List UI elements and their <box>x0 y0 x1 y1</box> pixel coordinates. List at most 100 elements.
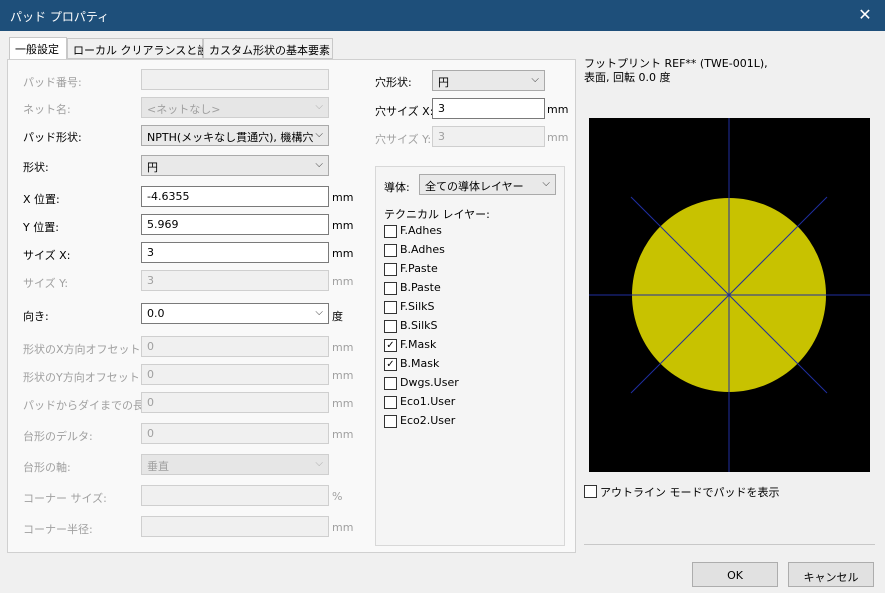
layer-label: B.Mask <box>400 357 440 370</box>
layer-checkbox-checked[interactable]: ✓ <box>384 339 397 352</box>
shape-select[interactable]: 円 ⌵ <box>141 155 329 176</box>
orientation-select[interactable]: 0.0 ⌵ <box>141 303 329 324</box>
drill-shape-value: 円 <box>438 76 449 89</box>
layer-label: F.Paste <box>400 262 438 275</box>
orientation-value: 0.0 <box>147 307 165 320</box>
conductor-label: 導体: <box>384 181 410 194</box>
layer-checkbox[interactable] <box>384 244 397 257</box>
pad-preview <box>589 118 870 472</box>
drill-size-y-unit: mm <box>547 131 569 144</box>
net-name-value: <ネットなし> <box>147 103 221 116</box>
layer-label: Dwgs.User <box>400 376 459 389</box>
conductor-select[interactable]: 全ての導体レイヤー ⌵ <box>419 174 556 195</box>
layer-label: B.Paste <box>400 281 441 294</box>
pad-type-value: NPTH(メッキなし貫通穴), 機構穴 <box>147 131 314 144</box>
chevron-down-icon: ⌵ <box>315 101 323 112</box>
outline-mode-checkbox[interactable] <box>584 485 597 498</box>
y-position-input[interactable]: 5.969 <box>141 214 329 235</box>
layer-label: Eco2.User <box>400 414 456 427</box>
die-length-unit: mm <box>332 397 354 410</box>
shape-value: 円 <box>147 161 158 174</box>
layer-checkbox[interactable] <box>384 225 397 238</box>
chevron-down-icon: ⌵ <box>315 458 323 469</box>
layer-label: F.Adhes <box>400 224 442 237</box>
trapezoid-axis-value: 垂直 <box>147 460 169 473</box>
trapezoid-delta-unit: mm <box>332 428 354 441</box>
trapezoid-axis-label: 台形の軸: <box>23 461 71 474</box>
offset-x-input[interactable]: 0 <box>141 336 329 357</box>
drill-size-x-label: 穴サイズ X: <box>375 105 434 118</box>
net-name-label: ネット名: <box>23 103 71 116</box>
conductor-value: 全ての導体レイヤー <box>425 180 524 193</box>
corner-radius-label: コーナー半径: <box>23 523 93 536</box>
size-y-input[interactable]: 3 <box>141 270 329 291</box>
x-position-input[interactable]: -4.6355 <box>141 186 329 207</box>
pad-type-label: パッド形状: <box>23 131 82 144</box>
offset-x-unit: mm <box>332 341 354 354</box>
layer-checkbox[interactable] <box>384 263 397 276</box>
drill-size-x-unit: mm <box>547 103 569 116</box>
pad-preview-canvas <box>589 118 870 472</box>
tab-local-clearance[interactable]: ローカル クリアランスと設定 <box>67 38 219 59</box>
offset-x-label: 形状のX方向オフセット: <box>23 343 145 356</box>
layer-label: Eco1.User <box>400 395 456 408</box>
layer-label: B.SilkS <box>400 319 438 332</box>
offset-y-input[interactable]: 0 <box>141 364 329 385</box>
cancel-button[interactable]: キャンセル <box>788 562 874 587</box>
pad-number-input[interactable] <box>141 69 329 90</box>
close-icon[interactable]: ✕ <box>855 5 875 24</box>
trapezoid-delta-input[interactable]: 0 <box>141 423 329 444</box>
layer-checkbox[interactable] <box>384 377 397 390</box>
outline-mode-label: アウトライン モードでパッドを表示 <box>600 486 780 499</box>
button-separator <box>584 544 875 545</box>
layer-label: F.SilkS <box>400 300 435 313</box>
ok-button[interactable]: OK <box>692 562 778 587</box>
layer-checkbox[interactable] <box>384 301 397 314</box>
layer-label: F.Mask <box>400 338 437 351</box>
y-position-unit: mm <box>332 219 354 232</box>
footprint-info-line2: 表面, 回転 0.0 度 <box>584 71 671 84</box>
chevron-down-icon: ⌵ <box>315 159 323 170</box>
chevron-down-icon: ⌵ <box>315 129 323 140</box>
tab-custom-shape[interactable]: カスタム形状の基本要素 <box>203 38 333 59</box>
drill-shape-label: 穴形状: <box>375 76 412 89</box>
die-length-label: パッドからダイまでの長さ: <box>23 399 159 412</box>
chevron-down-icon: ⌵ <box>531 74 539 85</box>
size-x-input[interactable]: 3 <box>141 242 329 263</box>
corner-radius-input[interactable] <box>141 516 329 537</box>
size-y-unit: mm <box>332 275 354 288</box>
layer-checkbox[interactable] <box>384 320 397 333</box>
technical-layers-label: テクニカル レイヤー: <box>384 208 490 221</box>
chevron-down-icon: ⌵ <box>315 307 323 318</box>
trapezoid-axis-select[interactable]: 垂直 ⌵ <box>141 454 329 475</box>
corner-radius-unit: mm <box>332 521 354 534</box>
orientation-unit: 度 <box>332 310 343 323</box>
layer-checkbox[interactable] <box>384 282 397 295</box>
layers-group <box>375 166 565 546</box>
layer-checkbox[interactable] <box>384 396 397 409</box>
y-position-label: Y 位置: <box>23 221 59 234</box>
trapezoid-delta-label: 台形のデルタ: <box>23 430 93 443</box>
orientation-label: 向き: <box>23 310 49 323</box>
net-name-select[interactable]: <ネットなし> ⌵ <box>141 97 329 118</box>
drill-size-y-input[interactable]: 3 <box>432 126 545 147</box>
x-position-label: X 位置: <box>23 193 60 206</box>
chevron-down-icon: ⌵ <box>542 178 550 189</box>
drill-shape-select[interactable]: 円 ⌵ <box>432 70 545 91</box>
layer-checkbox[interactable] <box>384 415 397 428</box>
pad-type-select[interactable]: NPTH(メッキなし貫通穴), 機構穴 ⌵ <box>141 125 329 146</box>
layer-label: B.Adhes <box>400 243 445 256</box>
pad-number-label: パッド番号: <box>23 76 82 89</box>
corner-size-input[interactable] <box>141 485 329 506</box>
layer-checkbox-checked[interactable]: ✓ <box>384 358 397 371</box>
corner-size-unit: % <box>332 490 343 503</box>
title-bar: パッド プロパティ ✕ <box>0 0 885 31</box>
window-title: パッド プロパティ <box>10 10 110 24</box>
offset-y-unit: mm <box>332 369 354 382</box>
tab-general[interactable]: 一般設定 <box>9 37 67 59</box>
size-y-label: サイズ Y: <box>23 277 69 290</box>
offset-y-label: 形状のY方向オフセット: <box>23 371 144 384</box>
drill-size-x-input[interactable]: 3 <box>432 98 545 119</box>
die-length-input[interactable]: 0 <box>141 392 329 413</box>
x-position-unit: mm <box>332 191 354 204</box>
